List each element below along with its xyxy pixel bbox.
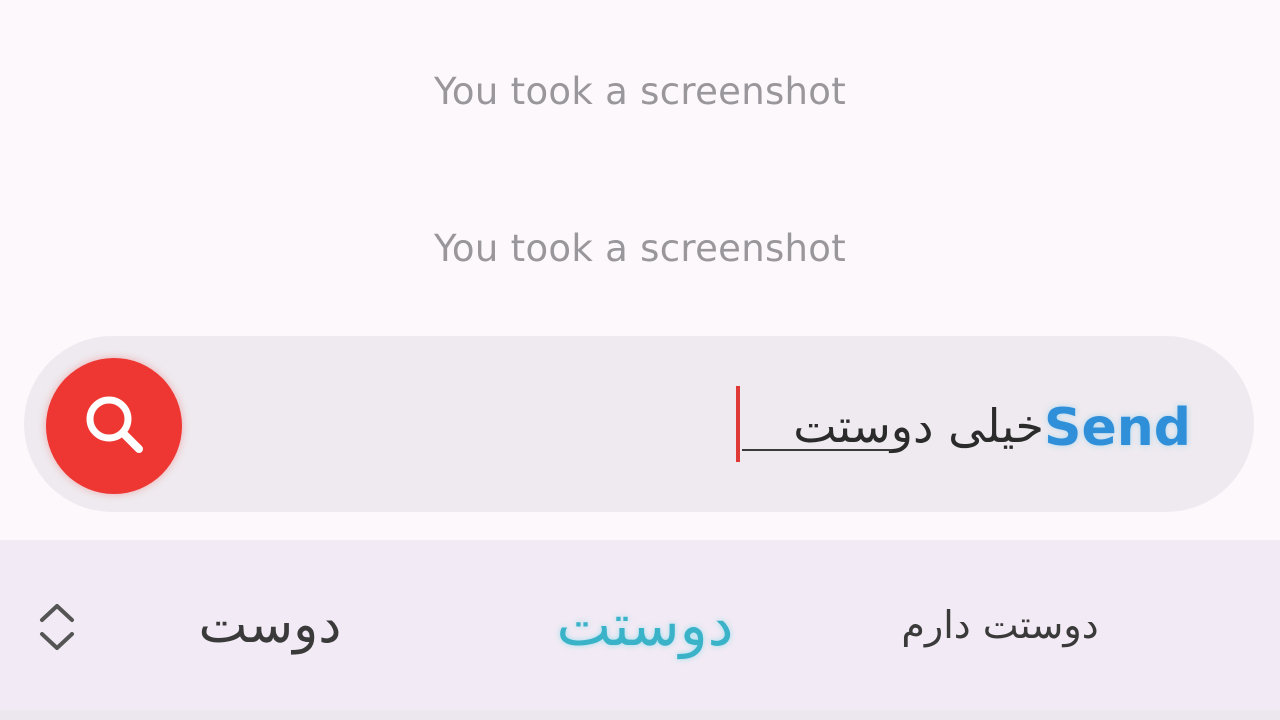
suggestion-item-highlighted[interactable]: دوستت — [500, 580, 790, 670]
system-message: You took a screenshot — [433, 70, 847, 113]
expand-suggestions-button[interactable] — [36, 600, 78, 654]
message-composer: خیلی دوستت Send — [24, 336, 1254, 512]
suggestion-item[interactable]: دوستت دارم — [860, 580, 1140, 670]
keyboard-suggestion-bar: دوست دوستت دوستت دارم — [0, 540, 1280, 710]
search-icon — [79, 389, 149, 463]
system-message: You took a screenshot — [433, 227, 847, 270]
chevron-up-down-icon — [36, 604, 78, 658]
divider — [0, 710, 1280, 720]
spellcheck-underline — [742, 449, 892, 451]
message-input[interactable]: خیلی دوستت — [734, 386, 1044, 466]
text-cursor — [736, 386, 740, 462]
search-button[interactable] — [46, 358, 182, 494]
suggestion-item[interactable]: دوست — [160, 580, 380, 670]
send-button[interactable]: Send — [1044, 388, 1191, 468]
chat-screen: You took a screenshot You took a screens… — [0, 0, 1280, 720]
